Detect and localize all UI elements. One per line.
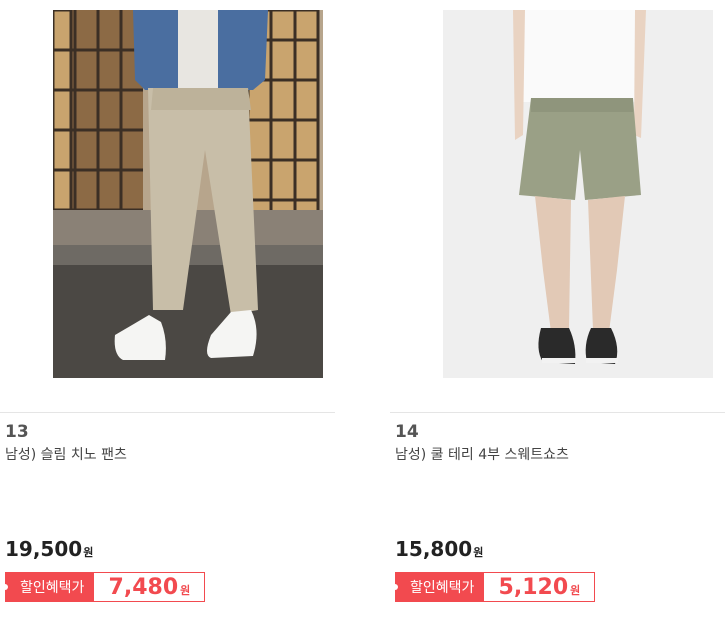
discount-unit: 원 [570,584,581,597]
product-price: 19,500원 [5,537,93,561]
discount-price-box: 5,120 원 [484,572,596,602]
product-price: 15,800원 [395,537,483,561]
product-rank: 14 [395,422,419,442]
discount-price-box: 7,480 원 [94,572,206,602]
product-grid: 13 남성) 슬림 치노 팬츠 19,500원 할인혜택가 7,480 원 14… [0,0,725,629]
product-image[interactable] [53,10,323,378]
discount-benefit: 할인혜택가 5,120 원 [392,572,596,602]
discount-label-badge: 할인혜택가 [2,572,95,602]
discount-label-badge: 할인혜택가 [392,572,485,602]
product-rank: 13 [5,422,29,442]
price-value: 19,500 [5,537,83,561]
product-card[interactable]: 13 남성) 슬림 치노 팬츠 19,500원 할인혜택가 7,480 원 [0,0,335,629]
discount-benefit: 할인혜택가 7,480 원 [2,572,206,602]
badge-notch [392,584,398,590]
price-value: 15,800 [395,537,473,561]
product-name[interactable]: 남성) 쿨 테리 4부 스웨트쇼츠 [395,444,569,464]
discount-label: 할인혜택가 [20,580,85,596]
discount-price: 5,120 [498,574,569,600]
product-name[interactable]: 남성) 슬림 치노 팬츠 [5,444,127,464]
discount-price: 7,480 [108,574,179,600]
divider [0,412,335,413]
discount-unit: 원 [180,584,191,597]
price-unit: 원 [473,546,484,559]
discount-label: 할인혜택가 [410,580,475,596]
divider [390,412,725,413]
price-unit: 원 [83,546,94,559]
product-card[interactable]: 14 남성) 쿨 테리 4부 스웨트쇼츠 15,800원 할인혜택가 5,120… [390,0,725,629]
product-image[interactable] [443,10,713,378]
badge-notch [2,584,8,590]
